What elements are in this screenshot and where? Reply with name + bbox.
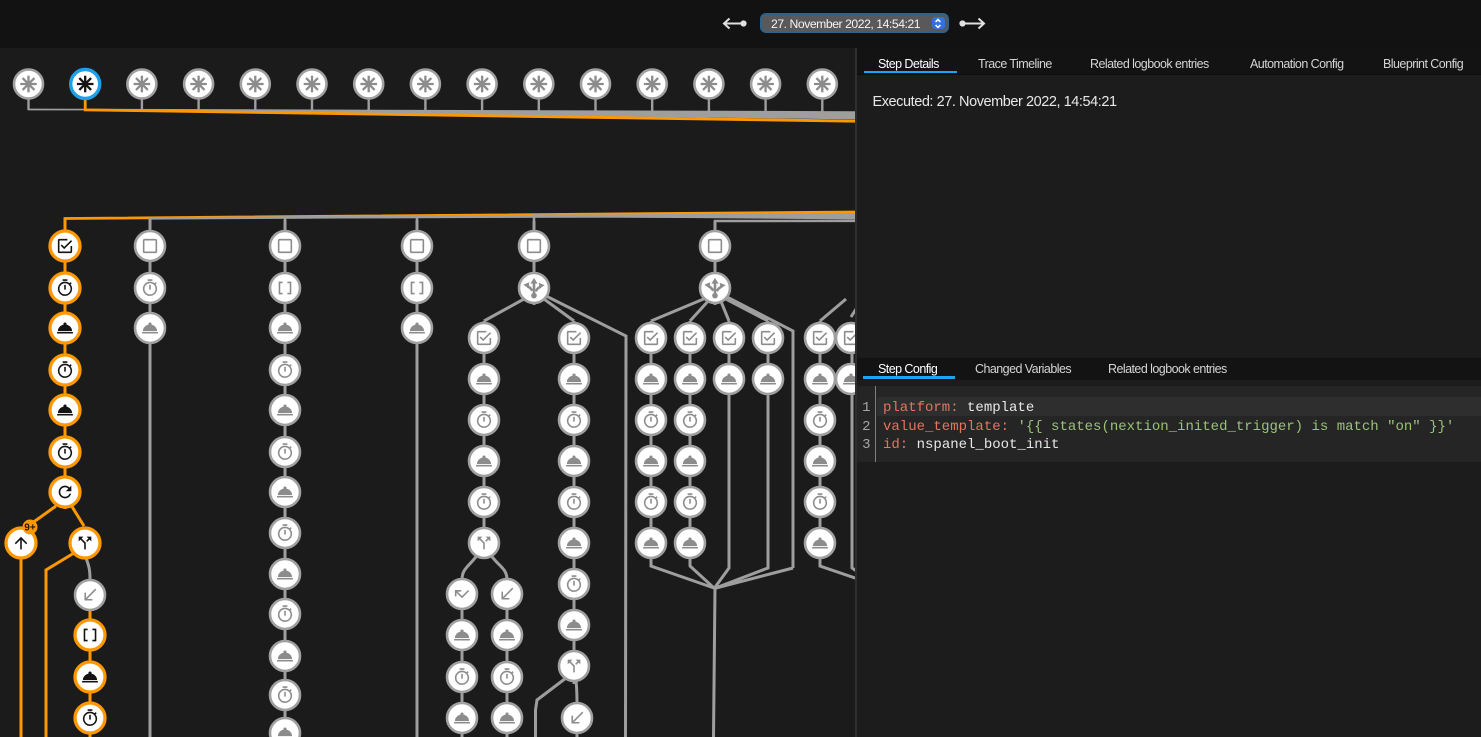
svg-text:9+: 9+ [24,523,36,534]
